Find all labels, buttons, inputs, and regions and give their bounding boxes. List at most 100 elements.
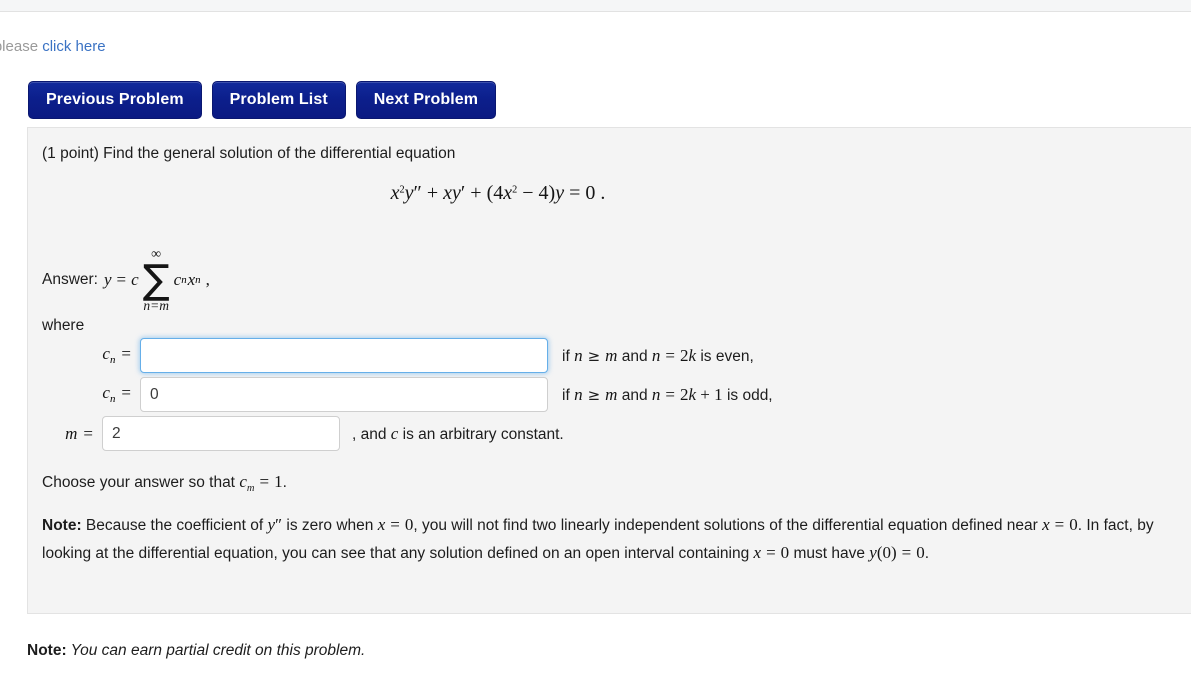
m-equals: =	[83, 423, 93, 443]
cn-even-cond-and: and	[617, 347, 652, 365]
cn-odd-cond-eq: =	[665, 384, 675, 404]
eq-y2: y	[452, 182, 461, 204]
eq-plus1: +	[421, 182, 444, 204]
m-input[interactable]	[102, 416, 340, 451]
problem-navigation-bar: Previous Problem Problem List Next Probl…	[28, 81, 497, 119]
answer-x: x	[187, 270, 196, 289]
cn-even-cond-n: n	[574, 345, 583, 365]
partial-credit-label: Note:	[27, 642, 67, 659]
eq-x3: x	[503, 182, 513, 204]
cn-even-cond-eq: =	[665, 345, 675, 365]
cn-odd-cond-n: n	[574, 384, 583, 404]
cn-odd-cond-n2: n	[651, 384, 661, 404]
cn-odd-cond-2: 2	[680, 384, 689, 404]
next-problem-button[interactable]: Next Problem	[355, 81, 497, 119]
choose-equals: =	[259, 472, 270, 491]
note-y0: y	[869, 543, 877, 562]
answer-coef-sub: n	[181, 274, 187, 286]
problem-list-button[interactable]: Problem List	[211, 81, 346, 119]
answer-equals: =	[116, 270, 127, 289]
summation-symbol: ∞ ∑ n=m	[142, 248, 170, 313]
eq-y1-primes: ″	[413, 182, 422, 204]
eq-period: .	[595, 182, 606, 204]
eq-plus2: +	[465, 182, 487, 204]
cn-odd-cond-plus1: + 1	[696, 384, 723, 404]
cn-even-input[interactable]	[140, 338, 548, 373]
notice-line: et, please click here	[0, 38, 106, 55]
cn-even-condition: if n ≥ m and n = 2k is even,	[562, 346, 754, 366]
differential-equation: x2y″ + xy′ + (4x2 − 4)y = 0 .	[28, 182, 968, 205]
coefficient-row-odd: cn= if n≥m and n=2k + 1 is odd,	[82, 377, 773, 412]
cn-odd-input[interactable]	[140, 377, 548, 412]
cn-even-cond-n2: n	[651, 345, 661, 365]
answer-x-exp: n	[195, 274, 201, 286]
cn-odd-cond-k: k	[688, 384, 697, 404]
eq-y3: y	[555, 182, 565, 204]
top-browser-strip	[0, 0, 1191, 12]
problem-panel: (1 point) Find the general solution of t…	[27, 127, 1191, 614]
cn-even-cond-2: 2	[680, 345, 689, 365]
cn-even-c: c	[102, 344, 110, 364]
sum-lower-limit: n=m	[143, 298, 169, 313]
note-part6: .	[924, 545, 930, 562]
eq-y1: y	[404, 182, 414, 204]
answer-coef-c: c	[173, 270, 182, 289]
note-x3: x	[753, 543, 762, 562]
note-part3: , you will not find two linearly indepen…	[413, 517, 1043, 534]
cn-even-cond-geq: ≥	[587, 346, 601, 365]
note-y0-arg: (0)	[876, 543, 897, 562]
m-trailing-text: , and c is an arbitrary constant.	[352, 424, 564, 444]
note-eq4: =	[901, 543, 912, 562]
sigma-icon: ∑	[142, 257, 170, 303]
cn-odd-equals: =	[121, 383, 131, 403]
note-part5: must have	[789, 545, 870, 562]
note-eq3: =	[766, 543, 776, 562]
note-part2: is zero when	[282, 517, 378, 534]
m-tail-comma: , and	[352, 425, 391, 443]
cn-even-sub: n	[109, 354, 116, 367]
note-x1: x	[377, 515, 386, 534]
cn-even-equals: =	[121, 344, 131, 364]
note-zero4: 0	[916, 543, 925, 562]
cn-odd-cond-if: if	[562, 386, 575, 404]
cn-even-cond-if: if	[562, 347, 575, 365]
answer-y: y	[104, 270, 112, 289]
choose-sub: m	[246, 483, 255, 495]
note-label: Note:	[42, 517, 82, 534]
cn-odd-sub: n	[109, 393, 116, 406]
note-eq2: =	[1054, 515, 1065, 534]
choose-period: .	[282, 474, 287, 491]
note-zero2: 0	[1069, 515, 1078, 534]
cn-odd-cond-m: m	[605, 384, 618, 404]
cn-odd-condition: if n ≥ m and n = 2k + 1 is odd,	[562, 385, 773, 405]
previous-problem-button[interactable]: Previous Problem	[28, 81, 202, 119]
coefficient-row-even: cn = if n ≥ m and n = 2k is even,	[82, 338, 754, 373]
partial-credit-note: Note: You can earn partial credit on thi…	[27, 642, 365, 660]
answer-trailing-comma: ,	[205, 270, 210, 289]
m-label: m =	[36, 424, 102, 444]
eq-minus: −	[517, 182, 539, 204]
choose-prefix: Choose your answer so that	[42, 474, 240, 491]
cn-even-cond-k: k	[688, 345, 697, 365]
note-eq1: =	[390, 515, 400, 534]
problem-note: Note: Because the coefficient of y″ is z…	[42, 511, 1187, 567]
answer-label: Answer:	[42, 271, 98, 288]
eq-const4: 4	[538, 182, 549, 204]
cn-odd-cond-tail: is odd,	[722, 386, 773, 404]
m-tail-text: is an arbitrary constant.	[398, 425, 564, 443]
cn-even-label: cn =	[82, 344, 140, 366]
notice-click-here-link[interactable]: click here	[42, 38, 105, 55]
partial-credit-text: You can earn partial credit on this prob…	[66, 642, 366, 659]
note-zero3: 0	[780, 543, 790, 562]
answer-c: c	[131, 270, 139, 289]
eq-rhs: 0	[585, 182, 596, 204]
cn-odd-label: cn =	[82, 383, 140, 405]
choose-value: 1	[274, 472, 283, 491]
note-part1: Because the coefficient of	[81, 517, 268, 534]
cn-odd-cond-and: and	[617, 386, 652, 404]
answer-expression-row: Answer: y = c ∞ ∑ n=m cnxn ,	[42, 248, 210, 313]
note-x2: x	[1042, 515, 1050, 534]
eq-x2: x	[443, 182, 453, 204]
cn-odd-c: c	[102, 383, 110, 403]
cn-odd-cond-geq: ≥	[587, 385, 601, 404]
